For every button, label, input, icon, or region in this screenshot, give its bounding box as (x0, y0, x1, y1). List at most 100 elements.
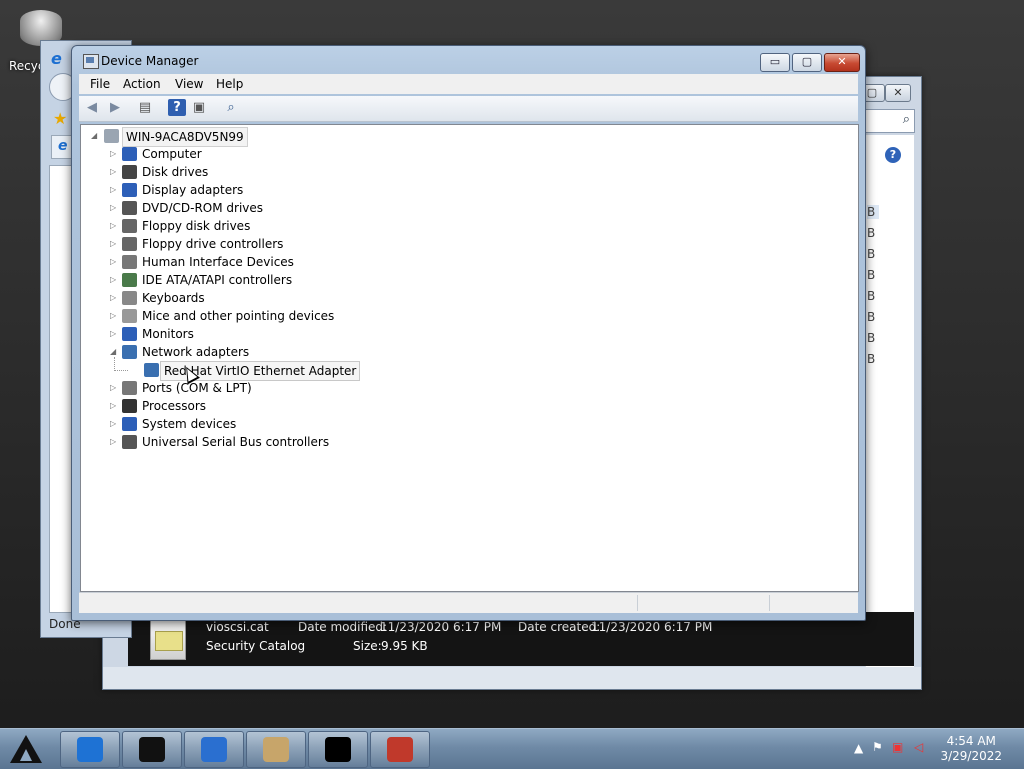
maximize-button[interactable]: ▢ (792, 53, 822, 72)
menu-view[interactable]: View (175, 77, 203, 91)
network-status-icon[interactable]: ▣ (892, 740, 903, 754)
expand-arrow-icon[interactable]: ▷ (110, 199, 120, 217)
expand-arrow-icon[interactable]: ▷ (110, 433, 120, 451)
expand-arrow-icon[interactable]: ▷ (110, 217, 120, 235)
tree-category-item[interactable]: ▷ Mice and other pointing devices (81, 307, 858, 325)
close-button[interactable]: ✕ (824, 53, 860, 72)
tree-item-label: Monitors (142, 327, 194, 341)
menu-action[interactable]: Action (123, 77, 161, 91)
tree-category-item[interactable]: ▷ DVD/CD-ROM drives (81, 199, 858, 217)
tree-item-label: DVD/CD-ROM drives (142, 201, 264, 215)
media-player-taskbar-button[interactable] (184, 731, 244, 768)
back-arrow-icon[interactable]: ◀ (83, 99, 101, 116)
system-tray: ▲ ⚑ ▣ ◁ 4:54 AM 3/29/2022 (834, 729, 1024, 769)
size-cell: B (867, 247, 876, 261)
tree-category-item[interactable]: ▷ Disk drives (81, 163, 858, 181)
clock[interactable]: 4:54 AM 3/29/2022 (940, 734, 1002, 764)
drive-taskbar-button[interactable] (122, 731, 182, 768)
floppy-controller-icon (122, 237, 137, 251)
date-modified-label: Date modified: (298, 620, 388, 634)
command-prompt-taskbar-button[interactable] (308, 731, 368, 768)
device-manager-window[interactable]: Device Manager ▭ ▢ ✕ File Action View He… (71, 45, 866, 621)
details-filename: vioscsi.cat (206, 620, 269, 634)
show-hidden-icons-icon[interactable]: ▲ (854, 741, 863, 755)
root-label: WIN-9ACA8DV5N99 (122, 127, 248, 147)
expand-arrow-icon[interactable]: ▷ (110, 415, 120, 433)
start-button[interactable] (6, 733, 46, 765)
size-cell: B (867, 268, 876, 282)
tree-category-item[interactable]: ▷ IDE ATA/ATAPI controllers (81, 271, 858, 289)
collapse-arrow-icon[interactable]: ◢ (110, 343, 120, 361)
expand-arrow-icon[interactable]: ▷ (110, 253, 120, 271)
properties-icon[interactable]: ▣ (190, 99, 208, 116)
forward-arrow-icon[interactable]: ▶ (106, 99, 124, 116)
search-box[interactable]: ⌕ (863, 109, 915, 133)
date-created-label: Date created: (518, 620, 601, 634)
paint-taskbar-button[interactable] (246, 731, 306, 768)
help-icon[interactable]: ? (885, 147, 901, 163)
tree-category-item[interactable]: ◢ Network adapters (81, 343, 858, 361)
volume-muted-icon[interactable]: ◁ (914, 740, 923, 754)
scan-hardware-changes-icon[interactable]: ⌕ (222, 99, 240, 116)
show-hide-console-tree-icon[interactable]: ▤ (136, 99, 154, 116)
tree-category-item[interactable]: ▷ Processors (81, 397, 858, 415)
tree-category-item[interactable]: ▷ Ports (COM & LPT) (81, 379, 858, 397)
tree-item-label: Universal Serial Bus controllers (142, 435, 330, 449)
tree-item-label: Processors (142, 399, 207, 413)
computer-icon (122, 147, 137, 161)
device-tree[interactable]: ◢ WIN-9ACA8DV5N99 ▷ Computer ▷ Disk drives ▷… (80, 124, 859, 592)
drive-icon (139, 737, 165, 762)
expand-arrow-icon[interactable]: ▷ (110, 307, 120, 325)
toolbar: ◀ ▶ ▤ ? ▣ ⌕ (79, 96, 858, 122)
network-adapter-icon (122, 345, 137, 359)
toolbox-taskbar-button[interactable] (370, 731, 430, 768)
help-icon[interactable]: ? (168, 99, 186, 116)
internet-explorer-icon: e (51, 49, 62, 68)
computer-root-icon (104, 129, 119, 143)
menu-help[interactable]: Help (216, 77, 243, 91)
minimize-button[interactable]: ▭ (760, 53, 790, 72)
ide-controller-icon (122, 273, 137, 287)
favorites-star-icon[interactable]: ★ (53, 109, 67, 128)
tree-category-item[interactable]: ▷ Human Interface Devices (81, 253, 858, 271)
media-player-icon (201, 737, 227, 762)
expand-arrow-icon[interactable]: ▷ (110, 271, 120, 289)
expand-arrow-icon[interactable]: ▷ (110, 163, 120, 181)
tree-category-item[interactable]: ▷ Display adapters (81, 181, 858, 199)
expand-arrow-icon[interactable]: ▷ (110, 325, 120, 343)
tree-category-item[interactable]: ▷ System devices (81, 415, 858, 433)
expand-arrow-icon[interactable]: ▷ (110, 289, 120, 307)
tree-category-item[interactable]: ▷ Universal Serial Bus controllers (81, 433, 858, 451)
size-cell: B (867, 331, 876, 345)
device-manager-icon (83, 54, 99, 69)
tree-item-label: Ports (COM & LPT) (142, 381, 252, 395)
expand-arrow-icon[interactable]: ▷ (110, 235, 120, 253)
close-button[interactable]: ✕ (885, 84, 911, 102)
expand-arrow-icon[interactable]: ▷ (110, 181, 120, 199)
processor-icon (122, 399, 137, 413)
tree-category-item[interactable]: ▷ Floppy disk drives (81, 217, 858, 235)
menu-file[interactable]: File (90, 77, 110, 91)
command-prompt-icon (325, 737, 351, 762)
dvd-drive-icon (122, 201, 137, 215)
status-bar (79, 592, 858, 613)
collapse-arrow-icon[interactable]: ◢ (91, 127, 101, 145)
expand-arrow-icon[interactable]: ▷ (110, 379, 120, 397)
tree-category-item[interactable]: ▷ Monitors (81, 325, 858, 343)
internet-explorer-icon (77, 737, 103, 762)
catalog-file-icon (150, 620, 186, 660)
tree-item-label: Mice and other pointing devices (142, 309, 335, 323)
action-center-flag-icon[interactable]: ⚑ (872, 740, 883, 754)
tree-item-label: System devices (142, 417, 237, 431)
tree-category-item[interactable]: ▷ Keyboards (81, 289, 858, 307)
date-created-value: 11/23/2020 6:17 PM (591, 620, 713, 634)
expand-arrow-icon[interactable]: ▷ (110, 145, 120, 163)
tree-item-label: Floppy drive controllers (142, 237, 284, 251)
expand-arrow-icon[interactable]: ▷ (110, 397, 120, 415)
tree-category-item[interactable]: ▷ Floppy drive controllers (81, 235, 858, 253)
tree-category-item[interactable]: ▷ Computer (81, 145, 858, 163)
monitor-icon (122, 327, 137, 341)
toolbox-icon (387, 737, 413, 762)
tree-item-label: IDE ATA/ATAPI controllers (142, 273, 293, 287)
internet-explorer-taskbar-button[interactable] (60, 731, 120, 768)
